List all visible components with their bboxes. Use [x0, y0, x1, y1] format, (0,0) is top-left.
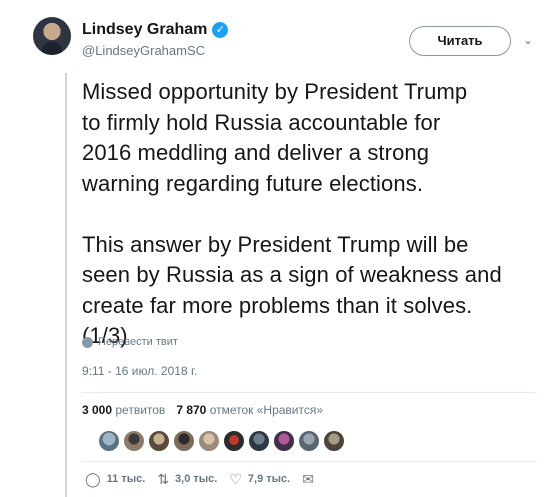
retweet-icon: ⇅	[157, 471, 170, 487]
reply-count: 11 тыс.	[106, 473, 146, 485]
like-button[interactable]: ♡ 7,9 тыс.	[229, 472, 290, 486]
direct-message-button[interactable]: ✉	[302, 472, 314, 486]
divider	[82, 392, 537, 393]
translate-tweet-link[interactable]: Перевести твит	[82, 336, 178, 348]
likes-label: отметок «Нравится»	[209, 403, 324, 417]
chevron-down-icon[interactable]: ⌄	[521, 33, 535, 47]
liker-avatar[interactable]	[122, 429, 146, 453]
like-count: 7,9 тыс.	[247, 473, 291, 485]
author-handle[interactable]: @LindseyGrahamSC	[82, 43, 205, 58]
liker-avatar[interactable]	[197, 429, 221, 453]
liker-avatar[interactable]	[222, 429, 246, 453]
author-name-row[interactable]: Lindsey Graham ✓	[82, 21, 229, 39]
follow-button[interactable]: Читать	[409, 26, 511, 56]
tweet-actions: ◯ 11 тыс. ⇅ 3,0 тыс. ♡ 7,9 тыс. ✉	[85, 472, 326, 486]
reply-button[interactable]: ◯ 11 тыс.	[85, 472, 145, 486]
translate-tweet-label: Перевести твит	[98, 336, 178, 348]
verified-badge-icon: ✓	[212, 22, 229, 38]
liker-avatar[interactable]	[297, 429, 321, 453]
retweets-stat[interactable]: 3 000 ретвитов	[82, 403, 165, 417]
author-display-name[interactable]: Lindsey Graham	[82, 21, 207, 39]
tweet-paragraph-2: This answer by President Trump will be s…	[82, 231, 502, 349]
heart-icon: ♡	[229, 471, 242, 487]
tweet-paragraph-1: Missed opportunity by President Trump to…	[82, 79, 468, 196]
liker-avatar[interactable]	[147, 429, 171, 453]
liker-avatar[interactable]	[322, 429, 346, 453]
avatar[interactable]	[33, 17, 71, 55]
globe-icon	[82, 336, 93, 348]
tweet-timestamp[interactable]: 9:11 - 16 июл. 2018 г.	[82, 364, 197, 378]
retweets-label: ретвитов	[115, 403, 166, 417]
likers-avatars	[97, 429, 346, 453]
envelope-icon: ✉	[302, 471, 314, 487]
retweet-count: 3,0 тыс.	[175, 473, 218, 485]
retweet-button[interactable]: ⇅ 3,0 тыс.	[157, 472, 217, 486]
liker-avatar[interactable]	[97, 429, 121, 453]
reply-icon: ◯	[85, 471, 101, 487]
retweets-count: 3 000	[82, 403, 113, 417]
divider	[82, 461, 537, 462]
thread-line	[65, 73, 67, 497]
tweet-stats: 3 000 ретвитов 7 870 отметок «Нравится»	[82, 403, 323, 417]
likes-stat[interactable]: 7 870 отметок «Нравится»	[176, 403, 323, 417]
liker-avatar[interactable]	[272, 429, 296, 453]
liker-avatar[interactable]	[172, 429, 196, 453]
likes-count: 7 870	[176, 403, 207, 417]
liker-avatar[interactable]	[247, 429, 271, 453]
tweet-text: Missed opportunity by President Trump to…	[82, 77, 537, 352]
